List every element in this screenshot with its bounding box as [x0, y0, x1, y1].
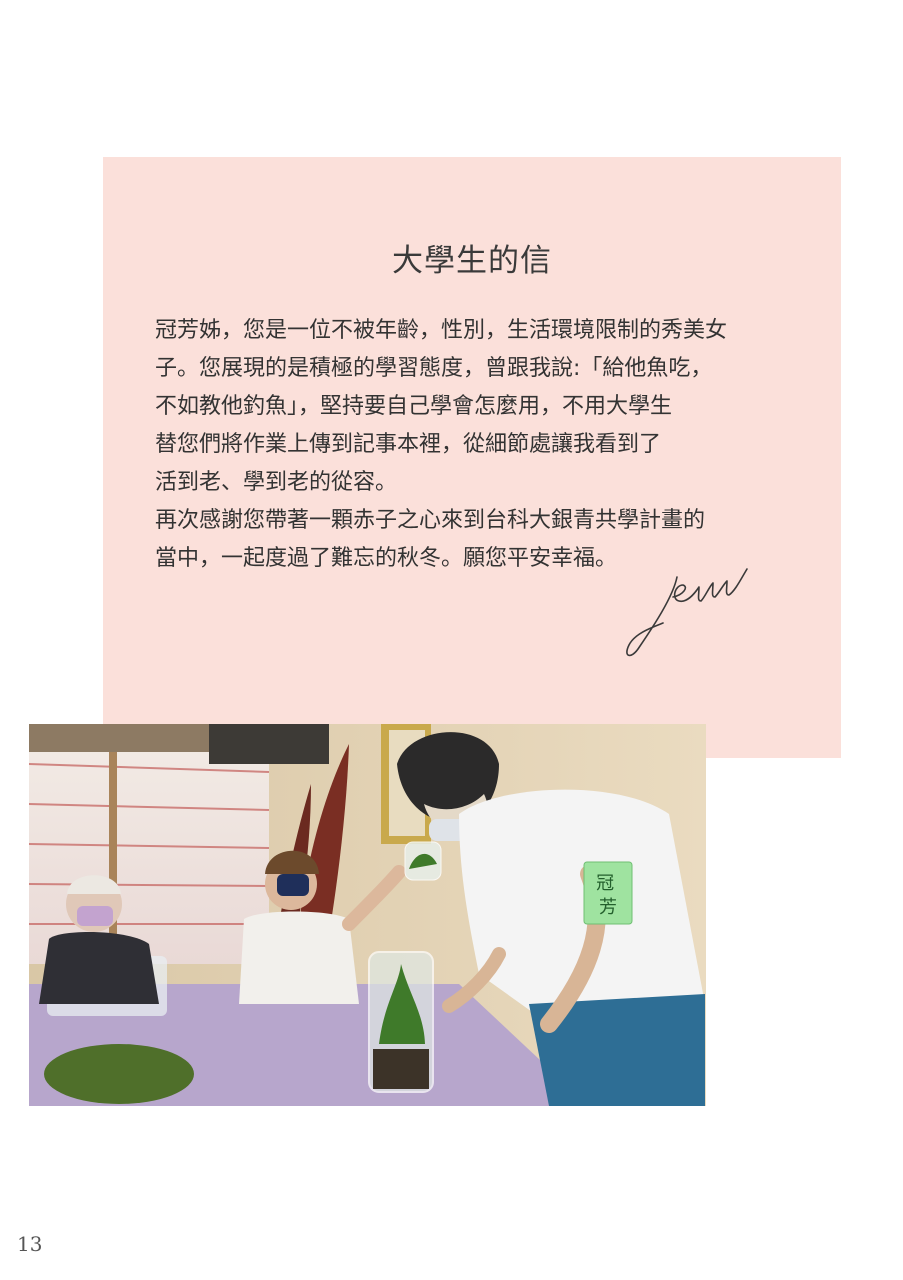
page-number: 13 [17, 1232, 43, 1256]
letter-line: 子。您展現的是積極的學習態度，曾跟我說:「給他魚吃， [155, 356, 713, 381]
letter-title: 大學生的信 [392, 243, 552, 279]
signature [626, 568, 748, 657]
letter-line: 活到老、學到老的從容。 [155, 470, 398, 495]
letter-line: 替您們將作業上傳到記事本裡，從細節處讓我看到了 [155, 432, 662, 457]
name-tag-char: 冠 [596, 873, 614, 894]
letter-line: 不如教他釣魚」，堅持要自己學會怎麼用，不用大學生 [155, 394, 673, 419]
letter-line: 再次感謝您帶著一顆赤子之心來到台科大銀青共學計畫的 [155, 508, 706, 533]
name-tag-char: 芳 [599, 897, 617, 918]
workshop-photo: 冠 芳 [29, 724, 706, 1106]
letter-line: 冠芳姊，您是一位不被年齡，性別，生活環境限制的秀美女 [155, 318, 728, 343]
letter-body: 冠芳姊，您是一位不被年齡，性別，生活環境限制的秀美女 子。您展現的是積極的學習態… [155, 312, 805, 578]
letter-card: 大學生的信 冠芳姊，您是一位不被年齡，性別，生活環境限制的秀美女 子。您展現的是… [103, 157, 841, 758]
